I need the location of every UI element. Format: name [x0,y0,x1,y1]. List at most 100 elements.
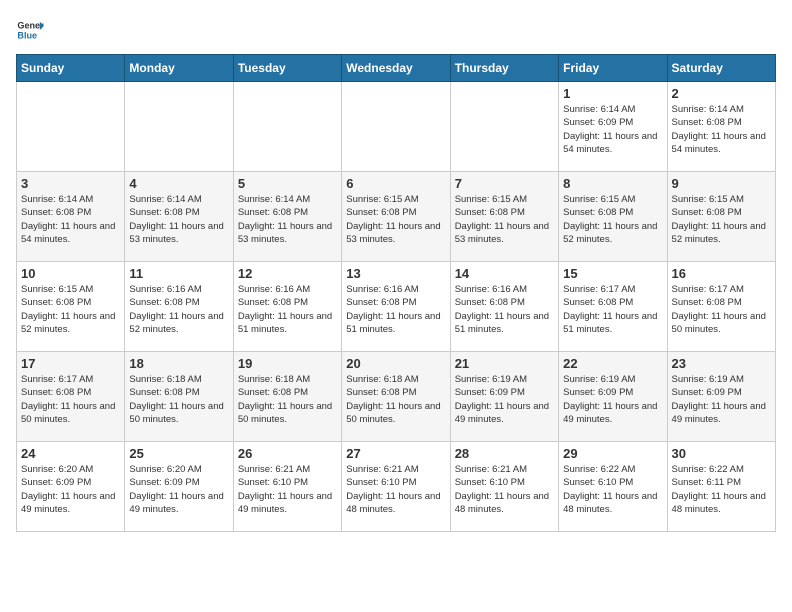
day-header-tuesday: Tuesday [233,55,341,82]
day-number: 16 [672,266,771,281]
day-number: 27 [346,446,445,461]
calendar-cell: 9 Sunrise: 6:15 AMSunset: 6:08 PMDayligh… [667,172,775,262]
cell-info: Sunrise: 6:19 AMSunset: 6:09 PMDaylight:… [563,373,662,426]
svg-text:Blue: Blue [17,30,37,40]
cell-info: Sunrise: 6:16 AMSunset: 6:08 PMDaylight:… [455,283,554,336]
calendar-cell: 23 Sunrise: 6:19 AMSunset: 6:09 PMDaylig… [667,352,775,442]
day-number: 24 [21,446,120,461]
cell-info: Sunrise: 6:14 AMSunset: 6:08 PMDaylight:… [238,193,337,246]
calendar-week-4: 17 Sunrise: 6:17 AMSunset: 6:08 PMDaylig… [17,352,776,442]
calendar-cell: 22 Sunrise: 6:19 AMSunset: 6:09 PMDaylig… [559,352,667,442]
calendar-cell: 25 Sunrise: 6:20 AMSunset: 6:09 PMDaylig… [125,442,233,532]
cell-info: Sunrise: 6:21 AMSunset: 6:10 PMDaylight:… [346,463,445,516]
day-header-thursday: Thursday [450,55,558,82]
cell-info: Sunrise: 6:18 AMSunset: 6:08 PMDaylight:… [129,373,228,426]
cell-info: Sunrise: 6:14 AMSunset: 6:08 PMDaylight:… [21,193,120,246]
calendar-cell: 12 Sunrise: 6:16 AMSunset: 6:08 PMDaylig… [233,262,341,352]
day-number: 2 [672,86,771,101]
page-header: General Blue [16,16,776,44]
day-number: 23 [672,356,771,371]
calendar-cell: 18 Sunrise: 6:18 AMSunset: 6:08 PMDaylig… [125,352,233,442]
day-number: 6 [346,176,445,191]
cell-info: Sunrise: 6:14 AMSunset: 6:09 PMDaylight:… [563,103,662,156]
day-header-wednesday: Wednesday [342,55,450,82]
day-number: 30 [672,446,771,461]
calendar-cell: 13 Sunrise: 6:16 AMSunset: 6:08 PMDaylig… [342,262,450,352]
cell-info: Sunrise: 6:14 AMSunset: 6:08 PMDaylight:… [129,193,228,246]
calendar-cell: 5 Sunrise: 6:14 AMSunset: 6:08 PMDayligh… [233,172,341,262]
calendar-cell: 8 Sunrise: 6:15 AMSunset: 6:08 PMDayligh… [559,172,667,262]
calendar-cell: 19 Sunrise: 6:18 AMSunset: 6:08 PMDaylig… [233,352,341,442]
logo: General Blue [16,16,44,44]
day-header-saturday: Saturday [667,55,775,82]
calendar-cell: 10 Sunrise: 6:15 AMSunset: 6:08 PMDaylig… [17,262,125,352]
calendar-body: 1 Sunrise: 6:14 AMSunset: 6:09 PMDayligh… [17,82,776,532]
calendar-cell [17,82,125,172]
day-header-monday: Monday [125,55,233,82]
day-number: 10 [21,266,120,281]
day-number: 18 [129,356,228,371]
calendar-cell: 29 Sunrise: 6:22 AMSunset: 6:10 PMDaylig… [559,442,667,532]
cell-info: Sunrise: 6:19 AMSunset: 6:09 PMDaylight:… [455,373,554,426]
day-number: 26 [238,446,337,461]
cell-info: Sunrise: 6:16 AMSunset: 6:08 PMDaylight:… [238,283,337,336]
cell-info: Sunrise: 6:17 AMSunset: 6:08 PMDaylight:… [563,283,662,336]
calendar-cell: 6 Sunrise: 6:15 AMSunset: 6:08 PMDayligh… [342,172,450,262]
day-header-friday: Friday [559,55,667,82]
calendar-cell: 20 Sunrise: 6:18 AMSunset: 6:08 PMDaylig… [342,352,450,442]
calendar-week-1: 1 Sunrise: 6:14 AMSunset: 6:09 PMDayligh… [17,82,776,172]
cell-info: Sunrise: 6:14 AMSunset: 6:08 PMDaylight:… [672,103,771,156]
day-number: 13 [346,266,445,281]
day-number: 11 [129,266,228,281]
day-number: 4 [129,176,228,191]
day-number: 3 [21,176,120,191]
day-number: 14 [455,266,554,281]
calendar-cell: 11 Sunrise: 6:16 AMSunset: 6:08 PMDaylig… [125,262,233,352]
calendar-cell: 27 Sunrise: 6:21 AMSunset: 6:10 PMDaylig… [342,442,450,532]
day-number: 15 [563,266,662,281]
day-number: 20 [346,356,445,371]
day-number: 28 [455,446,554,461]
cell-info: Sunrise: 6:15 AMSunset: 6:08 PMDaylight:… [346,193,445,246]
day-header-sunday: Sunday [17,55,125,82]
calendar-cell [233,82,341,172]
day-number: 7 [455,176,554,191]
cell-info: Sunrise: 6:22 AMSunset: 6:11 PMDaylight:… [672,463,771,516]
calendar-cell: 15 Sunrise: 6:17 AMSunset: 6:08 PMDaylig… [559,262,667,352]
calendar-week-2: 3 Sunrise: 6:14 AMSunset: 6:08 PMDayligh… [17,172,776,262]
logo-icon: General Blue [16,16,44,44]
cell-info: Sunrise: 6:15 AMSunset: 6:08 PMDaylight:… [21,283,120,336]
cell-info: Sunrise: 6:18 AMSunset: 6:08 PMDaylight:… [238,373,337,426]
day-number: 22 [563,356,662,371]
calendar-cell: 28 Sunrise: 6:21 AMSunset: 6:10 PMDaylig… [450,442,558,532]
calendar-cell: 1 Sunrise: 6:14 AMSunset: 6:09 PMDayligh… [559,82,667,172]
cell-info: Sunrise: 6:18 AMSunset: 6:08 PMDaylight:… [346,373,445,426]
calendar-cell: 17 Sunrise: 6:17 AMSunset: 6:08 PMDaylig… [17,352,125,442]
day-number: 5 [238,176,337,191]
calendar-cell [125,82,233,172]
calendar-cell: 14 Sunrise: 6:16 AMSunset: 6:08 PMDaylig… [450,262,558,352]
cell-info: Sunrise: 6:15 AMSunset: 6:08 PMDaylight:… [672,193,771,246]
day-number: 17 [21,356,120,371]
day-number: 29 [563,446,662,461]
calendar-cell: 21 Sunrise: 6:19 AMSunset: 6:09 PMDaylig… [450,352,558,442]
cell-info: Sunrise: 6:16 AMSunset: 6:08 PMDaylight:… [129,283,228,336]
day-number: 21 [455,356,554,371]
cell-info: Sunrise: 6:17 AMSunset: 6:08 PMDaylight:… [672,283,771,336]
cell-info: Sunrise: 6:15 AMSunset: 6:08 PMDaylight:… [455,193,554,246]
cell-info: Sunrise: 6:20 AMSunset: 6:09 PMDaylight:… [129,463,228,516]
calendar-cell: 24 Sunrise: 6:20 AMSunset: 6:09 PMDaylig… [17,442,125,532]
day-number: 1 [563,86,662,101]
calendar-table: SundayMondayTuesdayWednesdayThursdayFrid… [16,54,776,532]
cell-info: Sunrise: 6:15 AMSunset: 6:08 PMDaylight:… [563,193,662,246]
day-number: 25 [129,446,228,461]
day-number: 12 [238,266,337,281]
calendar-week-3: 10 Sunrise: 6:15 AMSunset: 6:08 PMDaylig… [17,262,776,352]
calendar-cell [450,82,558,172]
cell-info: Sunrise: 6:17 AMSunset: 6:08 PMDaylight:… [21,373,120,426]
calendar-cell: 4 Sunrise: 6:14 AMSunset: 6:08 PMDayligh… [125,172,233,262]
cell-info: Sunrise: 6:21 AMSunset: 6:10 PMDaylight:… [238,463,337,516]
calendar-cell [342,82,450,172]
calendar-header-row: SundayMondayTuesdayWednesdayThursdayFrid… [17,55,776,82]
calendar-week-5: 24 Sunrise: 6:20 AMSunset: 6:09 PMDaylig… [17,442,776,532]
